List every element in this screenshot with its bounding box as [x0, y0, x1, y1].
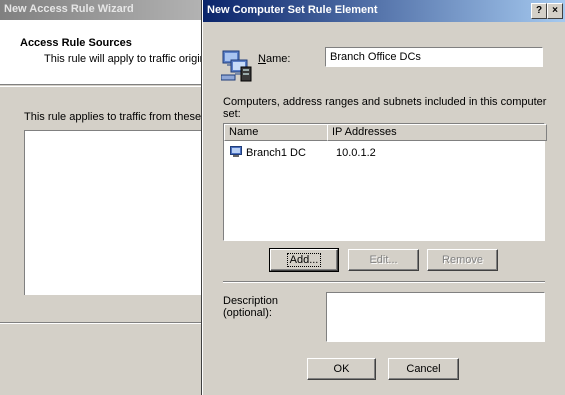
column-header-name[interactable]: Name — [224, 124, 328, 141]
computers-list[interactable]: Name IP Addresses Branch1 DC 10.0.1.2 — [223, 123, 547, 241]
dialog-title-bar[interactable]: New Computer Set Rule Element ? × — [203, 0, 565, 22]
description-input[interactable] — [326, 292, 545, 342]
dialog-title: New Computer Set Rule Element — [207, 4, 378, 16]
wizard-title: New Access Rule Wizard — [4, 3, 134, 15]
remove-button[interactable]: Remove — [427, 249, 498, 271]
row-ip: 10.0.1.2 — [336, 147, 376, 159]
name-label: Name: — [258, 53, 291, 65]
column-header-ip[interactable]: IP Addresses — [327, 124, 547, 141]
wizard-header-title: Access Rule Sources — [20, 37, 132, 49]
list-header: Name IP Addresses — [224, 124, 547, 141]
computer-set-icon — [220, 47, 255, 83]
list-description: Computers, address ranges and subnets in… — [223, 96, 547, 120]
edit-button[interactable]: Edit... — [348, 249, 419, 271]
cancel-button[interactable]: Cancel — [388, 358, 459, 380]
wizard-sources-list[interactable] — [24, 130, 215, 295]
add-button[interactable]: Add... — [269, 248, 339, 272]
computer-set-dialog: New Computer Set Rule Element ? × Name: … — [202, 0, 565, 395]
row-name: Branch1 DC — [246, 147, 306, 159]
ok-button[interactable]: OK — [307, 358, 376, 380]
wizard-body-text: This rule applies to traffic from these … — [24, 111, 222, 123]
name-input[interactable]: Branch Office DCs — [325, 47, 543, 67]
description-label: Description (optional): — [223, 295, 279, 319]
close-button[interactable]: × — [547, 3, 563, 19]
list-item[interactable]: Branch1 DC 10.0.1.2 — [228, 145, 538, 161]
help-button[interactable]: ? — [531, 3, 547, 19]
wizard-title-bar: New Access Rule Wizard — [0, 0, 212, 20]
wizard-header: Access Rule Sources This rule will apply… — [0, 20, 217, 85]
wizard-header-subtitle: This rule will apply to traffic originat… — [44, 53, 218, 65]
computer-icon — [230, 146, 242, 158]
